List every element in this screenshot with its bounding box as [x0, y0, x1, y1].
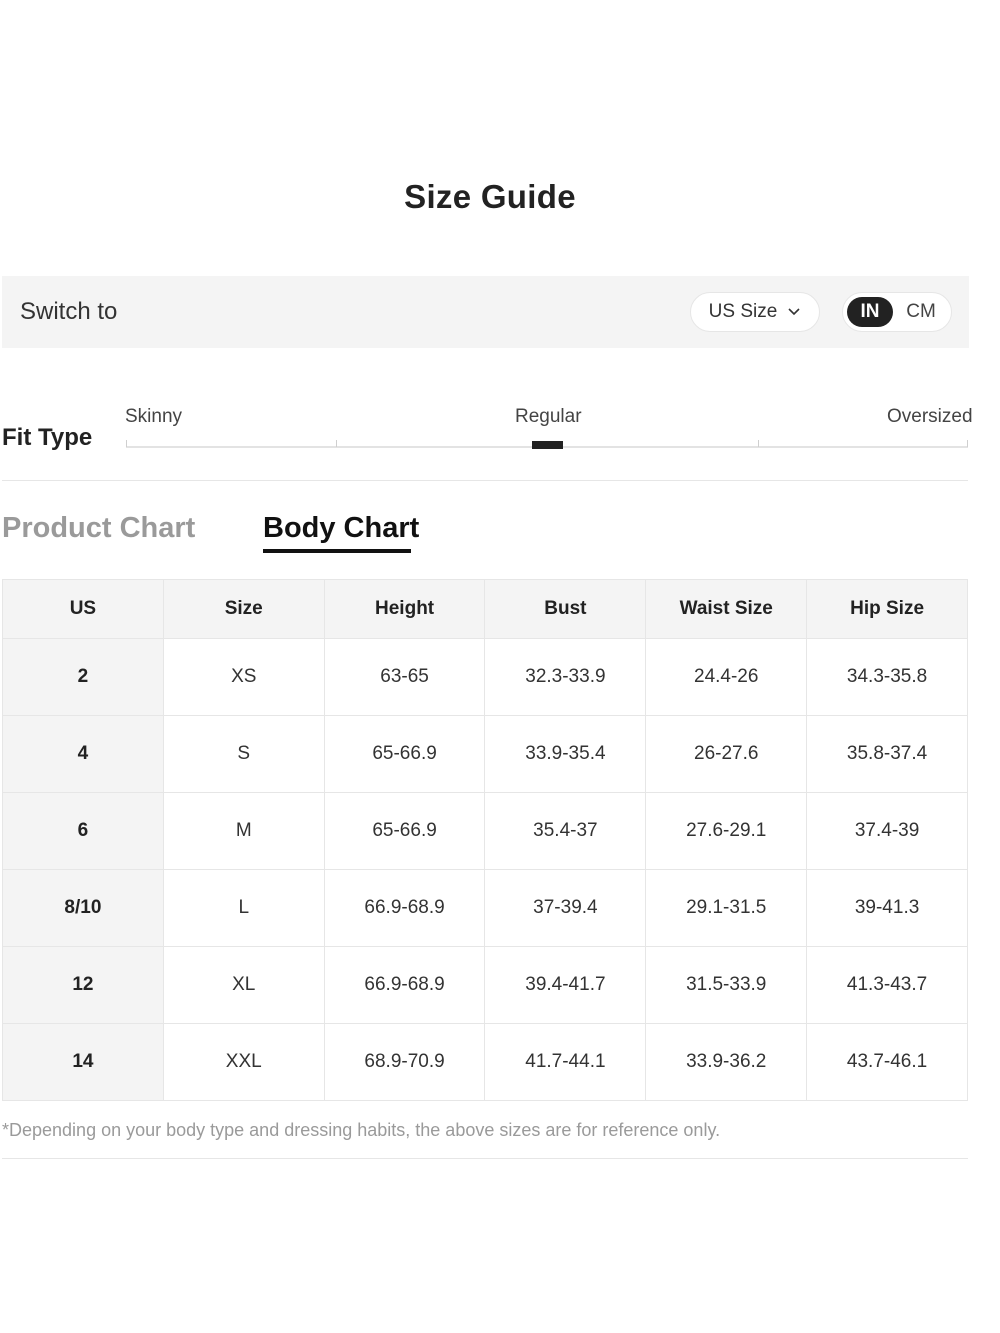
fit-tick	[336, 440, 337, 447]
hip-cell: 39-41.3	[806, 869, 968, 947]
hip-cell: 41.3-43.7	[806, 946, 968, 1024]
bust-cell: 41.7-44.1	[484, 1023, 647, 1101]
hip-cell: 35.8-37.4	[806, 715, 968, 793]
fit-tick	[758, 440, 759, 447]
size-cell: M	[162, 792, 325, 870]
switch-label: Switch to	[20, 298, 118, 325]
us-size-cell: 14	[2, 1023, 164, 1101]
height-cell: 68.9-70.9	[323, 1023, 486, 1101]
fit-option-regular[interactable]: Regular	[515, 406, 582, 428]
column-header-us: US	[2, 579, 164, 639]
fit-option-skinny[interactable]: Skinny	[125, 406, 182, 428]
unit-cm-button[interactable]: CM	[899, 297, 943, 327]
fit-type-marker	[532, 441, 563, 449]
table-row: 8/10 L 66.9-68.9 37-39.4 29.1-31.5 39-41…	[2, 869, 968, 947]
fit-tick	[967, 440, 968, 447]
height-cell: 63-65	[323, 638, 486, 716]
size-cell: XL	[162, 946, 325, 1024]
height-cell: 66.9-68.9	[323, 869, 486, 947]
waist-cell: 29.1-31.5	[645, 869, 808, 947]
table-row: 2 XS 63-65 32.3-33.9 24.4-26 34.3-35.8	[2, 638, 968, 716]
page-title: Size Guide	[404, 178, 576, 215]
size-cell: L	[162, 869, 325, 947]
table-row: 4 S 65-66.9 33.9-35.4 26-27.6 35.8-37.4	[2, 715, 968, 793]
reference-note: *Depending on your body type and dressin…	[2, 1120, 721, 1140]
unit-in-button[interactable]: IN	[847, 297, 893, 327]
size-cell: XXL	[162, 1023, 325, 1101]
bust-cell: 33.9-35.4	[484, 715, 647, 793]
unit-toggle: IN CM	[842, 292, 952, 332]
bust-cell: 32.3-33.9	[484, 638, 647, 716]
tab-body-chart[interactable]: Body Chart	[263, 512, 419, 545]
us-size-cell: 8/10	[2, 869, 164, 947]
column-header-hip-size: Hip Size	[806, 579, 968, 639]
waist-cell: 24.4-26	[645, 638, 808, 716]
waist-cell: 31.5-33.9	[645, 946, 808, 1024]
table-header-row: US Size Height Bust Waist Size Hip Size	[2, 579, 968, 639]
hip-cell: 34.3-35.8	[806, 638, 968, 716]
height-cell: 65-66.9	[323, 715, 486, 793]
column-header-height: Height	[323, 579, 486, 639]
fit-option-oversized[interactable]: Oversized	[887, 406, 973, 428]
size-cell: XS	[162, 638, 325, 716]
table-row: 14 XXL 68.9-70.9 41.7-44.1 33.9-36.2 43.…	[2, 1023, 968, 1101]
waist-cell: 33.9-36.2	[645, 1023, 808, 1101]
active-tab-indicator	[263, 549, 411, 553]
table-row: 12 XL 66.9-68.9 39.4-41.7 31.5-33.9 41.3…	[2, 946, 968, 1024]
column-header-size: Size	[162, 579, 325, 639]
us-size-cell: 4	[2, 715, 164, 793]
bust-cell: 35.4-37	[484, 792, 647, 870]
height-cell: 66.9-68.9	[323, 946, 486, 1024]
height-cell: 65-66.9	[323, 792, 486, 870]
size-table: US Size Height Bust Waist Size Hip Size …	[2, 579, 968, 1101]
fit-tick	[126, 440, 127, 447]
size-system-dropdown[interactable]: US Size	[690, 292, 820, 332]
column-header-bust: Bust	[484, 579, 647, 639]
column-header-waist-size: Waist Size	[645, 579, 808, 639]
divider	[2, 480, 968, 481]
size-cell: S	[162, 715, 325, 793]
table-row: 6 M 65-66.9 35.4-37 27.6-29.1 37.4-39	[2, 792, 968, 870]
fit-type-label: Fit Type	[2, 424, 93, 451]
bust-cell: 39.4-41.7	[484, 946, 647, 1024]
waist-cell: 26-27.6	[645, 715, 808, 793]
hip-cell: 43.7-46.1	[806, 1023, 968, 1101]
tab-product-chart[interactable]: Product Chart	[2, 512, 195, 545]
switch-bar: Switch to US Size IN CM	[2, 276, 969, 348]
us-size-cell: 6	[2, 792, 164, 870]
size-system-value: US Size	[708, 301, 778, 322]
us-size-cell: 12	[2, 946, 164, 1024]
bust-cell: 37-39.4	[484, 869, 647, 947]
us-size-cell: 2	[2, 638, 164, 716]
divider	[2, 1158, 968, 1159]
chevron-down-icon	[788, 308, 800, 316]
waist-cell: 27.6-29.1	[645, 792, 808, 870]
hip-cell: 37.4-39	[806, 792, 968, 870]
